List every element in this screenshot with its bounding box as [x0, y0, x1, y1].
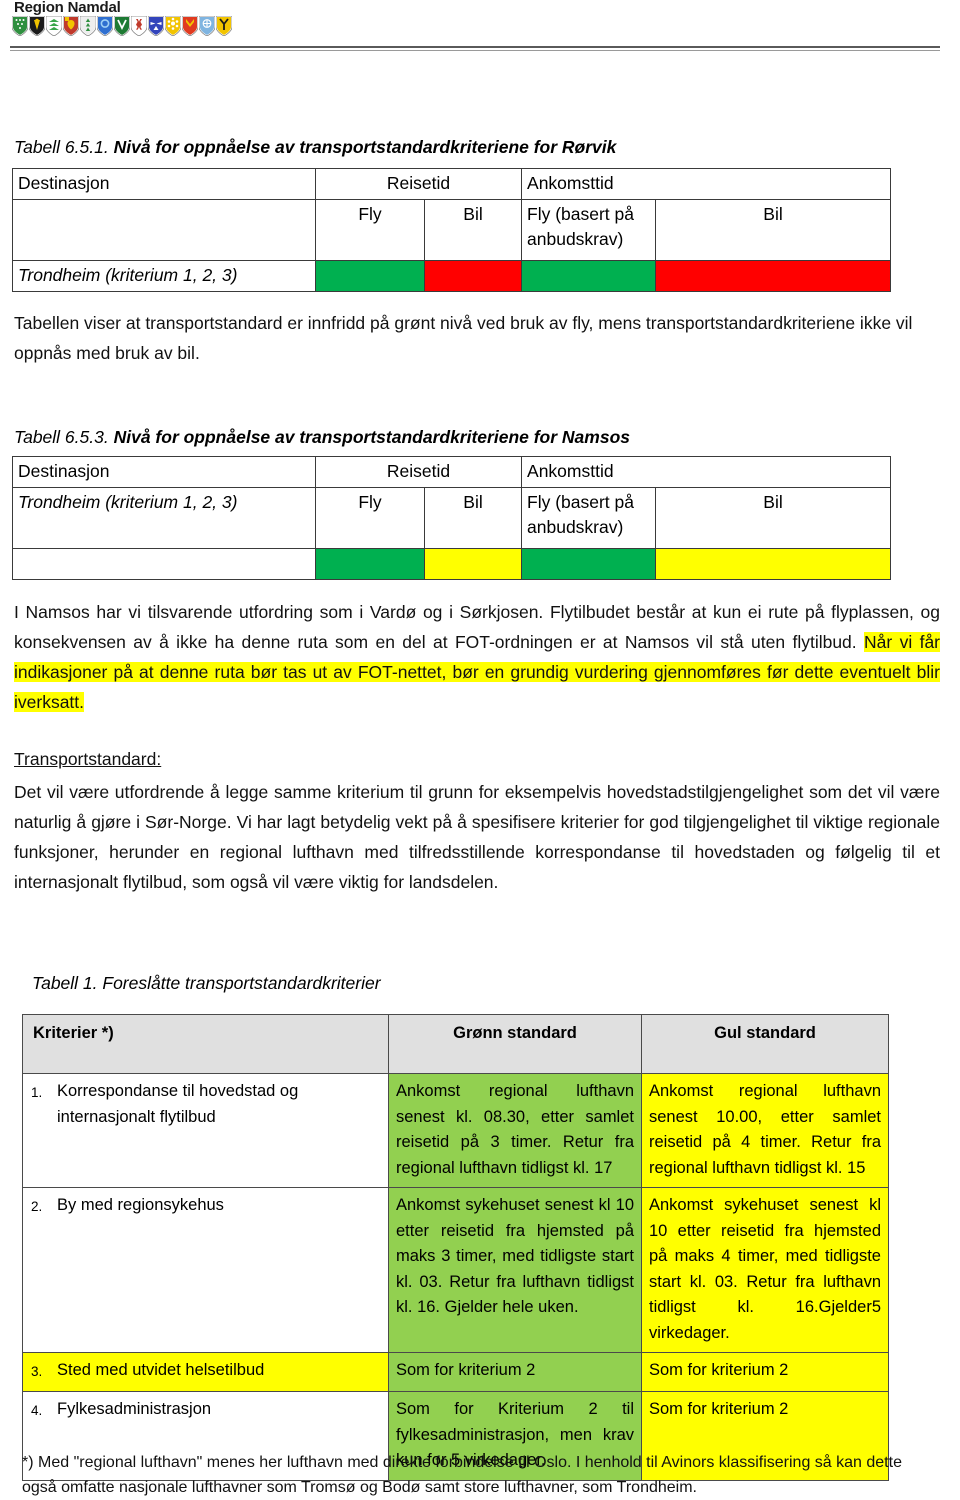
crest-icon-11 — [182, 16, 198, 36]
cell-651-sub-fly: Fly — [315, 199, 425, 261]
municipal-crest-row — [12, 16, 232, 36]
crest-icon-12 — [199, 16, 215, 36]
col-header-kriterier: Kriterier *) — [22, 1014, 389, 1074]
cell-653-sub-bil2: Bil — [655, 487, 892, 549]
crest-icon-6 — [97, 16, 113, 36]
status-swatch-651-bil-reisetid — [423, 260, 523, 292]
cell-651-sub-bil2: Bil — [655, 199, 892, 261]
table-row — [12, 548, 892, 580]
cell-651-sub-bil: Bil — [423, 199, 523, 261]
crest-icon-9 — [148, 16, 164, 36]
cell-653-reisetid: Reisetid — [314, 456, 523, 488]
table-row: Destinasjon Reisetid Ankomsttid — [12, 168, 892, 200]
status-swatch-651-fly-ankomst — [521, 260, 657, 292]
page-header: Region Namdal — [0, 0, 960, 52]
cell-651-empty — [12, 199, 316, 261]
cell-653-destinasjon: Destinasjon — [12, 456, 316, 488]
cell-green-2: Ankomst sykehuset senest kl 10 etter rei… — [388, 1187, 642, 1353]
table-row: Trondheim (kriterium 1, 2, 3) — [12, 260, 892, 292]
heading-transportstandard: Transportstandard: — [14, 749, 162, 769]
table-row: 3. Sted med utvidet helsetilbud Som for k… — [22, 1352, 889, 1392]
cell-653-row-label: Trondheim (kriterium 1, 2, 3) — [12, 487, 316, 549]
caption-table-651: Tabell 6.5.1. Nivå for oppnåelse av tran… — [14, 137, 616, 158]
criterion-number-2: 2. — [31, 1199, 43, 1214]
cell-653-sub-fly-anbud: Fly (basert på anbudskrav) — [521, 487, 657, 549]
cell-yellow-3: Som for kriterium 2 — [641, 1352, 889, 1392]
paragraph-rorvik: Tabellen viser at transportstandard er i… — [14, 313, 913, 363]
crest-icon-4 — [63, 16, 79, 36]
table-row: Trondheim (kriterium 1, 2, 3) Fly Bil Fl… — [12, 487, 892, 549]
cell-criterion-3: 3. Sted med utvidet helsetilbud — [22, 1352, 389, 1392]
criterion-text-2: By med regionsykehus — [57, 1196, 224, 1214]
cell-651-ankomsttid: Ankomsttid — [521, 168, 892, 200]
caption-651-prefix: Tabell 6.5.1. — [14, 137, 109, 157]
cell-green-1: Ankomst regional lufthavn senest kl. 08.… — [388, 1073, 642, 1188]
criterion-number-3: 3. — [31, 1364, 43, 1379]
criterion-text-3: Sted med utvidet helsetilbud — [57, 1361, 265, 1379]
status-swatch-653-bil-ankomst — [655, 548, 892, 580]
criterion-text-1: Korrespondanse til hovedstad og internas… — [57, 1082, 299, 1126]
crest-icon-3 — [46, 16, 62, 36]
caption-table-653: Tabell 6.5.3. Nivå for oppnåelse av tran… — [14, 427, 630, 448]
table-row: Destinasjon Reisetid Ankomsttid — [12, 456, 892, 488]
crest-icon-10 — [165, 16, 181, 36]
header-divider-secondary — [10, 50, 940, 51]
caption-table-1: Tabell 1. Foreslåtte transportstandardkr… — [32, 973, 381, 993]
cell-653-blank — [12, 548, 316, 580]
cell-yellow-1: Ankomst regional lufthavn senest 10.00, … — [641, 1073, 889, 1188]
status-swatch-651-fly-reisetid — [315, 260, 425, 292]
brand-title: Region Namdal — [14, 0, 121, 16]
table-row: Fly Bil Fly (basert på anbudskrav) Bil — [12, 199, 892, 261]
cell-green-3: Som for kriterium 2 — [388, 1352, 642, 1392]
table-row: 1. Korrespondanse til hovedstad og intern… — [22, 1073, 889, 1188]
caption-651-title: Nivå for oppnåelse av transportstandardk… — [113, 137, 617, 157]
crest-icon-13 — [216, 16, 232, 36]
cell-651-reisetid: Reisetid — [314, 168, 523, 200]
criterion-number-1: 1. — [31, 1085, 43, 1100]
paragraph-transportstandard: Det vil være utfordrende å legge samme k… — [14, 782, 940, 892]
table-header-row: Kriterier *) Grønn standard Gul standard — [22, 1014, 889, 1074]
cell-yellow-2: Ankomst sykehuset senest kl 10 etter rei… — [641, 1187, 889, 1353]
paragraph-namsos: I Namsos har vi tilsvarende utfordring s… — [14, 597, 940, 717]
criterion-text-4: Fylkesadministrasjon — [57, 1400, 212, 1418]
crest-icon-8 — [131, 16, 147, 36]
col-header-gul-standard: Gul standard — [641, 1014, 889, 1074]
crest-icon-1 — [12, 16, 28, 36]
cell-651-destinasjon: Destinasjon — [12, 168, 316, 200]
cell-653-sub-bil: Bil — [423, 487, 523, 549]
cell-651-row-label: Trondheim (kriterium 1, 2, 3) — [12, 260, 316, 292]
cell-653-sub-fly: Fly — [315, 487, 425, 549]
cell-653-ankomsttid: Ankomsttid — [521, 456, 892, 488]
status-swatch-653-bil-reisetid — [423, 548, 523, 580]
status-swatch-651-bil-ankomst — [655, 260, 892, 292]
crest-icon-7 — [114, 16, 130, 36]
status-swatch-653-fly-reisetid — [315, 548, 425, 580]
paragraph-namsos-plain: I Namsos har vi tilsvarende utfordring s… — [14, 602, 940, 652]
caption-653-title: Nivå for oppnåelse av transportstandardk… — [113, 427, 630, 447]
cell-criterion-1: 1. Korrespondanse til hovedstad og intern… — [22, 1073, 389, 1188]
table-footnote: *) Med "regional lufthavn" menes her luf… — [22, 1454, 902, 1496]
header-divider — [10, 46, 940, 48]
cell-criterion-2: 2. By med regionsykehus — [22, 1187, 389, 1353]
crest-icon-2 — [29, 16, 45, 36]
cell-651-sub-fly-anbud: Fly (basert på anbudskrav) — [521, 199, 657, 261]
caption-653-prefix: Tabell 6.5.3. — [14, 427, 109, 447]
criterion-number-4: 4. — [31, 1403, 43, 1418]
crest-icon-5 — [80, 16, 96, 36]
status-swatch-653-fly-ankomst — [521, 548, 657, 580]
table-criteria: Kriterier *) Grønn standard Gul standard… — [22, 1014, 889, 1481]
table-651: Destinasjon Reisetid Ankomsttid Fly Bil … — [12, 168, 892, 292]
table-653: Destinasjon Reisetid Ankomsttid Trondhei… — [12, 456, 892, 580]
table-row: 2. By med regionsykehus Ankomst sykehuset… — [22, 1187, 889, 1353]
col-header-gronn-standard: Grønn standard — [388, 1014, 642, 1074]
